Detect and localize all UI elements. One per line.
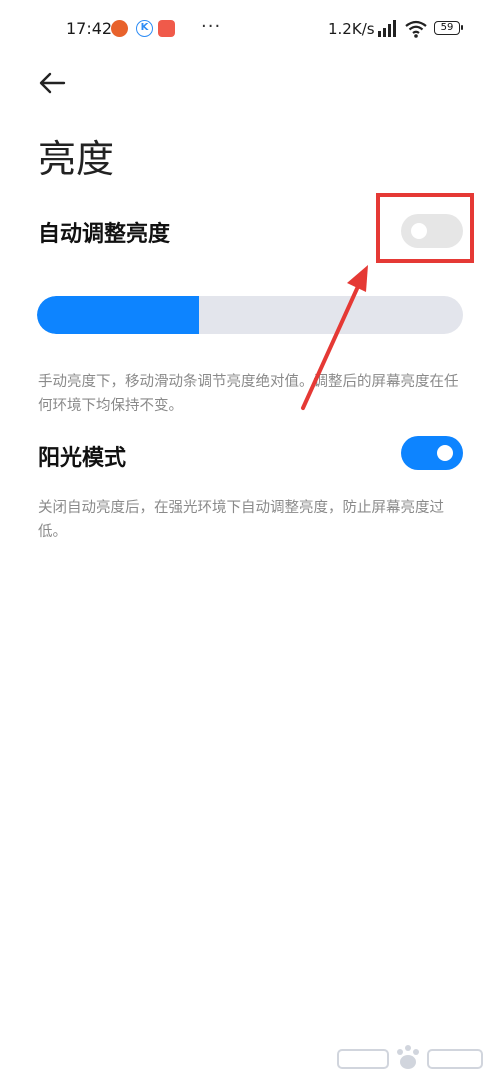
more-notifications-icon: ··· [201,16,222,37]
brightness-description: 手动亮度下，移动滑动条调节亮度绝对值。调整后的屏幕亮度在任何环境下均保持不变。 [38,374,459,414]
k-app-icon: K [136,20,153,37]
brightness-slider[interactable] [37,296,463,334]
arrow-left-icon [39,72,66,94]
face-app-icon [158,20,175,37]
status-time: 17:42 [66,19,113,38]
back-button[interactable] [32,64,72,104]
page-title: 亮度 [38,137,115,181]
battery-icon: 59 [434,21,463,35]
network-speed: 1.2K/s [328,20,375,38]
sunlight-mode-description: 关闭自动亮度后，在强光环境下自动调整亮度，防止屏幕亮度过低。 [38,500,444,540]
sunlight-mode-toggle[interactable] [401,436,463,470]
annotation-highlight-box [376,193,474,263]
sunlight-mode-label: 阳光模式 [38,446,127,471]
auto-brightness-label: 自动调整亮度 [38,222,171,247]
pumpkin-app-icon [111,20,128,37]
signal-icon [378,20,396,37]
wifi-icon [405,20,427,38]
toggle-knob [437,445,453,461]
status-bar: 17:42 K ··· 1.2K/s 59 [0,0,500,60]
baidu-jingyan-watermark-logo [337,1045,483,1069]
brightness-slider-fill [37,296,199,334]
